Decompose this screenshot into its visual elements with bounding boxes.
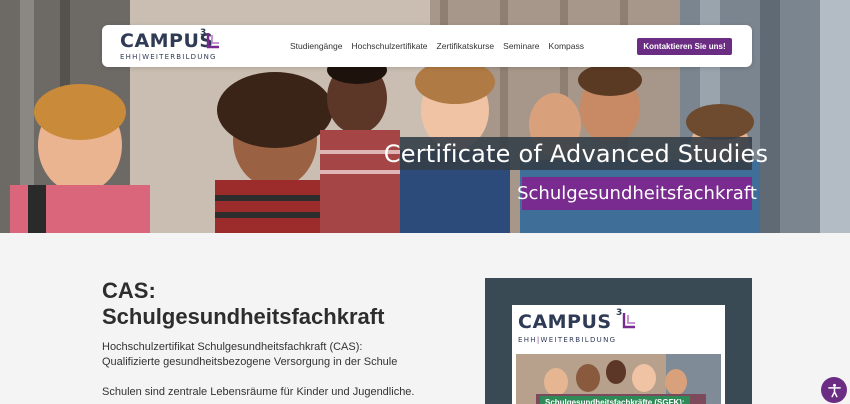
accessibility-button[interactable] — [821, 377, 847, 403]
nav-item-kompass[interactable]: Kompass — [549, 41, 584, 51]
hero-banner: CAMPUS 3 EHH|WEITERBILDUNG Studiengänge … — [0, 0, 850, 233]
logo-prefix: EHH — [120, 53, 139, 61]
lead-line-1: Hochschulzertifikat Schulgesundheitsfach… — [102, 341, 363, 353]
media-logo-prefix: EHH — [518, 336, 537, 344]
logo-tagline: EHH|WEITERBILDUNG — [120, 53, 217, 61]
accessibility-icon — [827, 383, 841, 397]
nav-item-zertifikatskurse[interactable]: Zertifikatskurse — [437, 41, 495, 51]
media-logo-l-mark-icon — [622, 313, 635, 329]
media-photo: Schulgesundheitsfachkräfte (SGFK): — [516, 354, 721, 404]
contact-button[interactable]: Kontaktieren Sie uns! — [637, 38, 732, 55]
page: CAMPUS 3 EHH|WEITERBILDUNG Studiengänge … — [0, 0, 850, 404]
media-card[interactable]: CAMPUS 3 EHH|WEITERBILDUNG Schulgesundhe… — [485, 278, 752, 404]
nav-item-seminare[interactable]: Seminare — [503, 41, 539, 51]
hero-title: Certificate of Advanced Studies — [383, 139, 769, 168]
media-logo-tagline: EHH|WEITERBILDUNG — [518, 336, 617, 344]
lead-line-2: Qualifizierte gesundheitsbezogene Versor… — [102, 356, 398, 368]
logo-suffix: WEITERBILDUNG — [142, 53, 217, 61]
logo-l-mark-icon — [206, 33, 219, 49]
intro-paragraph: Schulen sind zentrale Lebensräume für Ki… — [102, 386, 415, 398]
lead-text: Hochschulzertifikat Schulgesundheitsfach… — [102, 340, 442, 370]
media-logo-suffix: WEITERBILDUNG — [540, 336, 617, 344]
media-banner: Schulgesundheitsfachkräfte (SGFK): — [540, 396, 690, 404]
nav-item-studiengaenge[interactable]: Studiengänge — [290, 41, 342, 51]
nav-item-hochschulzertifikate[interactable]: Hochschulzertifikate — [351, 41, 427, 51]
site-header: CAMPUS 3 EHH|WEITERBILDUNG Studiengänge … — [102, 25, 752, 67]
hero-subtitle-box: Schulgesundheitsfachkraft — [517, 177, 757, 210]
hero-title-box: Certificate of Advanced Studies — [384, 137, 768, 170]
media-logo-wordmark: CAMPUS — [518, 311, 612, 333]
page-title: CAS: Schulgesundheitsfachkraft — [102, 278, 385, 329]
media-card-inner: CAMPUS 3 EHH|WEITERBILDUNG Schulgesundhe… — [512, 305, 725, 404]
main-navigation: Studiengänge Hochschulzertifikate Zertif… — [290, 25, 584, 67]
campus-logo[interactable]: CAMPUS 3 EHH|WEITERBILDUNG — [120, 28, 230, 63]
hero-subtitle: Schulgesundheitsfachkraft — [517, 183, 757, 204]
main-content: CAS: Schulgesundheitsfachkraft Hochschul… — [0, 233, 850, 404]
